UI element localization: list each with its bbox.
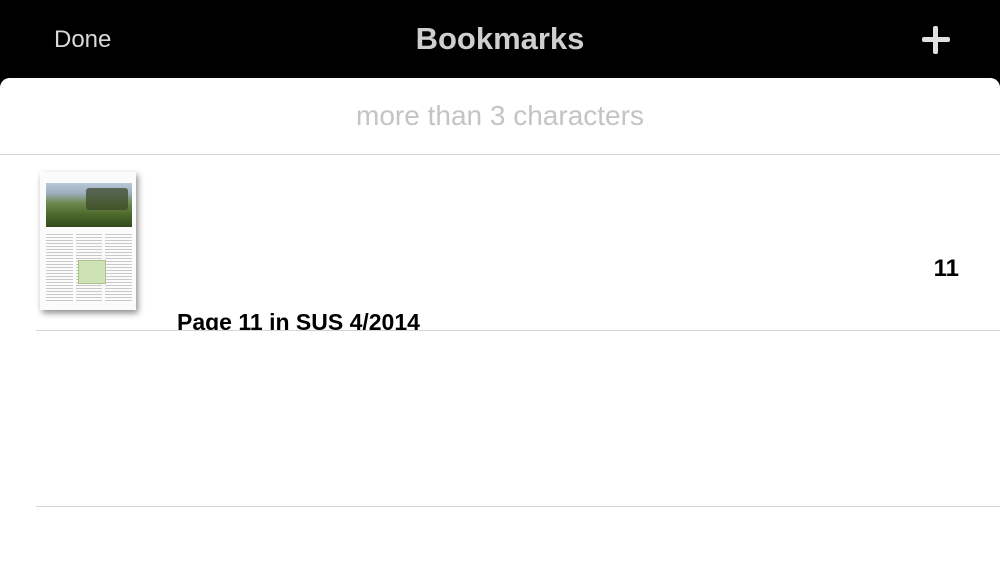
add-bookmark-button[interactable]: [918, 22, 954, 58]
bookmarks-screen: Done Bookmarks Page 11 in SUS 4/2014 11: [0, 0, 1000, 563]
page-title: Bookmarks: [415, 21, 585, 56]
search-input[interactable]: [0, 78, 1000, 154]
plus-icon-vertical-stroke: [933, 26, 938, 54]
thumbnail-photo: [46, 183, 132, 227]
thumbnail-map: [78, 260, 106, 284]
page-thumbnail: [40, 172, 136, 310]
thumbnail-column-gap: [73, 234, 76, 302]
navigation-bar: Done Bookmarks: [0, 0, 1000, 78]
empty-row: [0, 331, 1000, 506]
bookmarks-sheet: Page 11 in SUS 4/2014 11: [0, 78, 1000, 563]
bookmark-row[interactable]: Page 11 in SUS 4/2014 11: [0, 155, 1000, 335]
search-bar: [0, 78, 1000, 155]
empty-row: [0, 507, 1000, 563]
bookmark-page-number: 11: [933, 255, 959, 282]
